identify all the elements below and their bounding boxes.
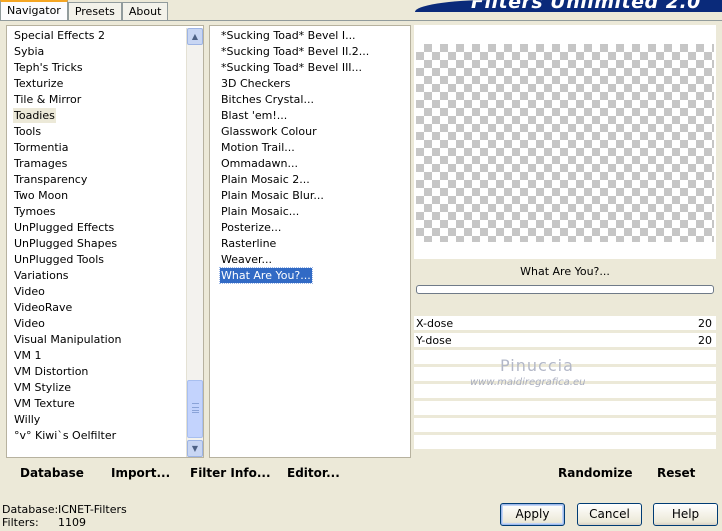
category-item-unplugged-effects[interactable]: UnPlugged Effects	[13, 220, 115, 235]
category-item-teph-s-tricks[interactable]: Teph's Tricks	[13, 60, 84, 75]
watermark-url: www.maidiregrafica.eu	[470, 377, 586, 388]
status-database-label: Database:	[2, 503, 59, 516]
import-button[interactable]: Import...	[111, 466, 170, 480]
filter-item-plain-mosaic-blur[interactable]: Plain Mosaic Blur...	[220, 188, 325, 203]
category-item-tramages[interactable]: Tramages	[13, 156, 68, 171]
category-item-vm-texture[interactable]: VM Texture	[13, 396, 76, 411]
status-filters: Filters: 1109	[2, 516, 86, 529]
scroll-down-icon[interactable]: ▼	[187, 440, 203, 457]
category-item-transparency[interactable]: Transparency	[13, 172, 88, 187]
category-item-unplugged-shapes[interactable]: UnPlugged Shapes	[13, 236, 118, 251]
category-item-v-kiwi-s-oelfilter[interactable]: °v° Kiwi`s Oelfilter	[13, 428, 117, 443]
database-button[interactable]: Database	[20, 466, 84, 480]
filter-item-3d-checkers[interactable]: 3D Checkers	[220, 76, 291, 91]
scroll-thumb[interactable]	[187, 380, 203, 438]
category-item-texturize[interactable]: Texturize	[13, 76, 64, 91]
progress-bar	[416, 285, 714, 294]
status-filters-label: Filters:	[2, 516, 39, 529]
filter-item-blast-em[interactable]: Blast 'em!...	[220, 108, 288, 123]
filter-item-what-are-you[interactable]: What Are You?...	[219, 267, 313, 284]
cancel-button[interactable]: Cancel	[577, 503, 642, 526]
filter-item-sucking-toad-bevel-iii[interactable]: *Sucking Toad* Bevel III...	[220, 60, 363, 75]
param-label: X-dose	[416, 317, 454, 330]
category-scrollbar[interactable]: ▲ ▼	[186, 28, 203, 457]
category-item-vm-stylize[interactable]: VM Stylize	[13, 380, 72, 395]
category-item-tormentia[interactable]: Tormentia	[13, 140, 69, 155]
apply-button[interactable]: Apply	[500, 503, 565, 526]
param-row-empty	[414, 435, 716, 450]
param-row-empty	[414, 418, 716, 433]
filter-item-posterize[interactable]: Posterize...	[220, 220, 282, 235]
filter-list[interactable]: *Sucking Toad* Bevel I... *Sucking Toad* …	[209, 25, 411, 458]
tab-divider	[0, 20, 722, 21]
preview-image	[416, 44, 714, 242]
param-row-y-dose[interactable]: Y-dose 20	[414, 333, 716, 348]
category-item-sybia[interactable]: Sybia	[13, 44, 45, 59]
category-item-videorave[interactable]: VideoRave	[13, 300, 73, 315]
randomize-button[interactable]: Randomize	[558, 466, 632, 480]
param-row-x-dose[interactable]: X-dose 20	[414, 316, 716, 331]
category-item-variations[interactable]: Variations	[13, 268, 70, 283]
filter-item-bitches-crystal[interactable]: Bitches Crystal...	[220, 92, 315, 107]
category-item-tile-mirror[interactable]: Tile & Mirror	[13, 92, 82, 107]
category-item-tools[interactable]: Tools	[13, 124, 42, 139]
category-item-vm-distortion[interactable]: VM Distortion	[13, 364, 89, 379]
category-item-vm-1[interactable]: VM 1	[13, 348, 43, 363]
filter-item-weaver[interactable]: Weaver...	[220, 252, 273, 267]
param-value: 20	[698, 317, 712, 330]
param-label: Y-dose	[416, 334, 452, 347]
tab-presets[interactable]: Presets	[67, 2, 122, 20]
category-item-special-effects-2[interactable]: Special Effects 2	[13, 28, 106, 43]
tab-navigator[interactable]: Navigator	[0, 0, 68, 20]
banner-title: Filters Unlimited 2.0	[471, 0, 701, 12]
category-item-two-moon[interactable]: Two Moon	[13, 188, 69, 203]
category-item-tymoes[interactable]: Tymoes	[13, 204, 56, 219]
param-value: 20	[698, 334, 712, 347]
left-toolbar: Database Import... Filter Info... Editor…	[6, 462, 411, 486]
status-database-value: ICNET-Filters	[58, 503, 127, 516]
category-item-video[interactable]: Video	[13, 284, 46, 299]
category-item-video[interactable]: Video	[13, 316, 46, 331]
watermark-name: Pinuccia	[500, 356, 574, 375]
editor-button[interactable]: Editor...	[287, 466, 340, 480]
category-item-unplugged-tools[interactable]: UnPlugged Tools	[13, 252, 105, 267]
filter-item-sucking-toad-bevel-i[interactable]: *Sucking Toad* Bevel I...	[220, 28, 357, 43]
scroll-up-icon[interactable]: ▲	[187, 28, 203, 45]
filter-item-plain-mosaic-2[interactable]: Plain Mosaic 2...	[220, 172, 311, 187]
help-button[interactable]: Help	[653, 503, 718, 526]
category-item-toadies[interactable]: Toadies	[13, 108, 56, 123]
filter-item-rasterline[interactable]: Rasterline	[220, 236, 277, 251]
filter-item-sucking-toad-bevel-ii-2[interactable]: *Sucking Toad* Bevel II.2...	[220, 44, 370, 59]
reset-button[interactable]: Reset	[657, 466, 695, 480]
tab-bar: Navigator Presets About	[0, 0, 169, 20]
filter-item-plain-mosaic[interactable]: Plain Mosaic...	[220, 204, 300, 219]
status-database: Database: ICNET-Filters	[2, 503, 127, 516]
right-toolbar: Randomize Reset	[414, 462, 716, 486]
status-filters-value: 1109	[58, 516, 86, 529]
title-banner: Filters Unlimited 2.0	[415, 0, 722, 12]
category-list[interactable]: ▲ ▼ Special Effects 2 Sybia Teph's Tricks T…	[6, 25, 204, 458]
filter-item-ommadawn[interactable]: Ommadawn...	[220, 156, 299, 171]
category-item-willy[interactable]: Willy	[13, 412, 41, 427]
tab-about[interactable]: About	[121, 2, 169, 20]
filter-item-glasswork-colour[interactable]: Glasswork Colour	[220, 124, 318, 139]
param-row-empty	[414, 401, 716, 416]
filter-info-button[interactable]: Filter Info...	[190, 466, 271, 480]
category-item-visual-manipulation[interactable]: Visual Manipulation	[13, 332, 122, 347]
filter-item-motion-trail[interactable]: Motion Trail...	[220, 140, 296, 155]
preview-filter-name: What Are You?...	[414, 262, 716, 282]
